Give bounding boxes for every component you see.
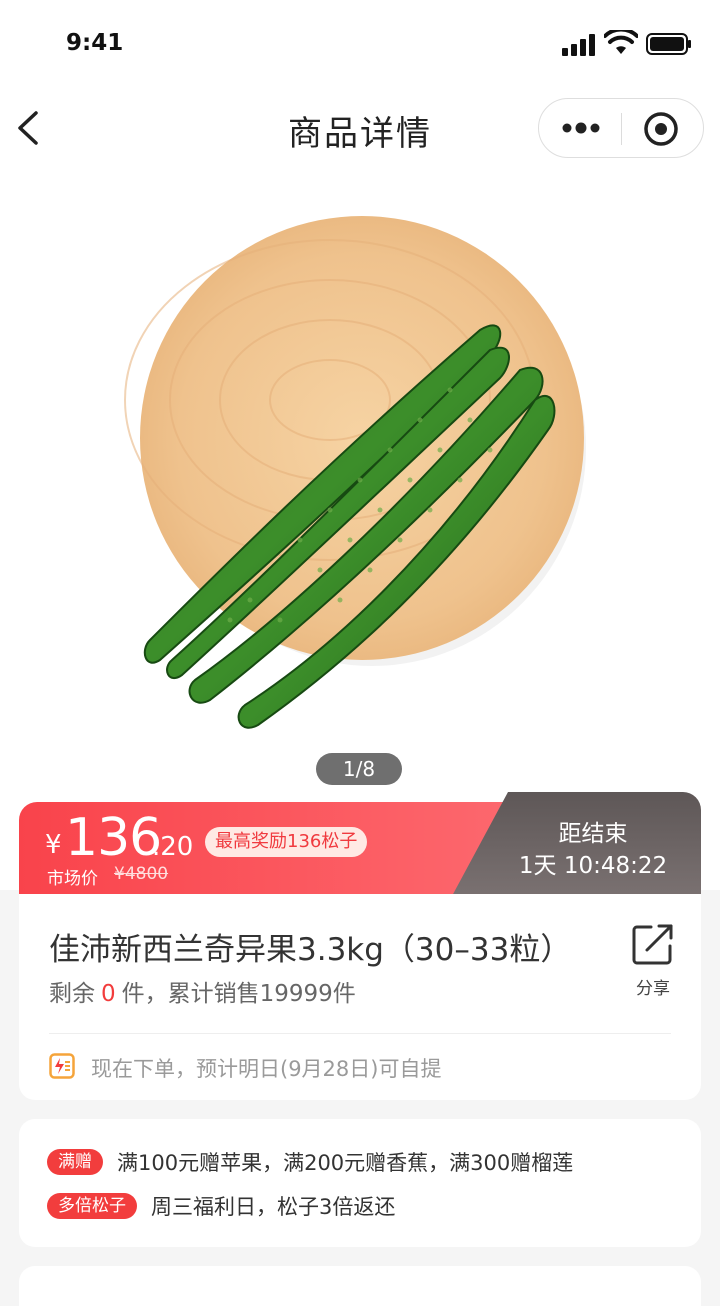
signal-icon xyxy=(562,34,595,56)
miniprogram-capsule xyxy=(538,98,704,158)
price-decimal: .20 xyxy=(152,832,194,862)
close-mini-icon[interactable] xyxy=(643,111,679,147)
promotion-row: 满赠 满100元赠苹果，满200元赠香蕉，满300赠榴莲 xyxy=(47,1147,573,1177)
stock-info: 剩余 0 件，累计销售19999件 xyxy=(49,974,356,1008)
share-icon xyxy=(632,924,673,965)
product-info-card: 佳沛新西兰奇异果3.3kg（30–33粒） 剩余 0 件，累计销售19999件 分享… xyxy=(19,894,701,1100)
stock-count: 0 xyxy=(101,981,116,1007)
share-button[interactable]: 分享 xyxy=(623,922,679,1002)
battery-icon xyxy=(646,33,691,55)
share-label: 分享 xyxy=(636,979,670,999)
delivery-icon xyxy=(49,1053,75,1079)
promotion-text: 周三福利日，松子3倍返还 xyxy=(151,1195,396,1219)
promotion-card[interactable]: 满赠 满100元赠苹果，满200元赠香蕉，满300赠榴莲 多倍松子 周三福利日，松子… xyxy=(19,1119,701,1247)
reward-tag: 最高奖励136松子 xyxy=(205,827,368,857)
countdown-time: 1天 10:48:22 xyxy=(518,853,668,879)
status-bar: 9:41 xyxy=(0,0,720,90)
market-price: ¥4800 xyxy=(114,864,169,884)
next-section-card xyxy=(19,1266,701,1306)
stock-prefix: 剩余 xyxy=(49,981,95,1007)
product-title: 佳沛新西兰奇异果3.3kg（30–33粒） xyxy=(49,932,572,968)
more-icon[interactable] xyxy=(561,117,601,139)
divider xyxy=(49,1033,671,1034)
capsule-divider xyxy=(621,113,622,145)
price-currency: ¥ xyxy=(45,830,62,860)
stock-suffix: 件，累计销售19999件 xyxy=(121,981,356,1007)
wifi-icon xyxy=(604,30,638,54)
promotion-row: 多倍松子 周三福利日，松子3倍返还 xyxy=(47,1191,395,1221)
image-indicator: 1/8 xyxy=(316,753,402,785)
promotion-tag: 多倍松子 xyxy=(47,1193,137,1219)
market-price-label: 市场价 xyxy=(47,869,98,889)
status-time: 9:41 xyxy=(66,30,124,56)
product-image[interactable] xyxy=(0,180,720,800)
countdown-label: 距结束 xyxy=(558,821,628,847)
delivery-text: 现在下单，预计明日(9月28日)可自提 xyxy=(91,1057,442,1081)
promotion-tag: 满赠 xyxy=(47,1149,103,1175)
price-integer: 136 xyxy=(65,808,162,868)
promotion-text: 满100元赠苹果，满200元赠香蕉，满300赠榴莲 xyxy=(117,1151,574,1175)
nav-bar: 商品详情 xyxy=(0,90,720,166)
